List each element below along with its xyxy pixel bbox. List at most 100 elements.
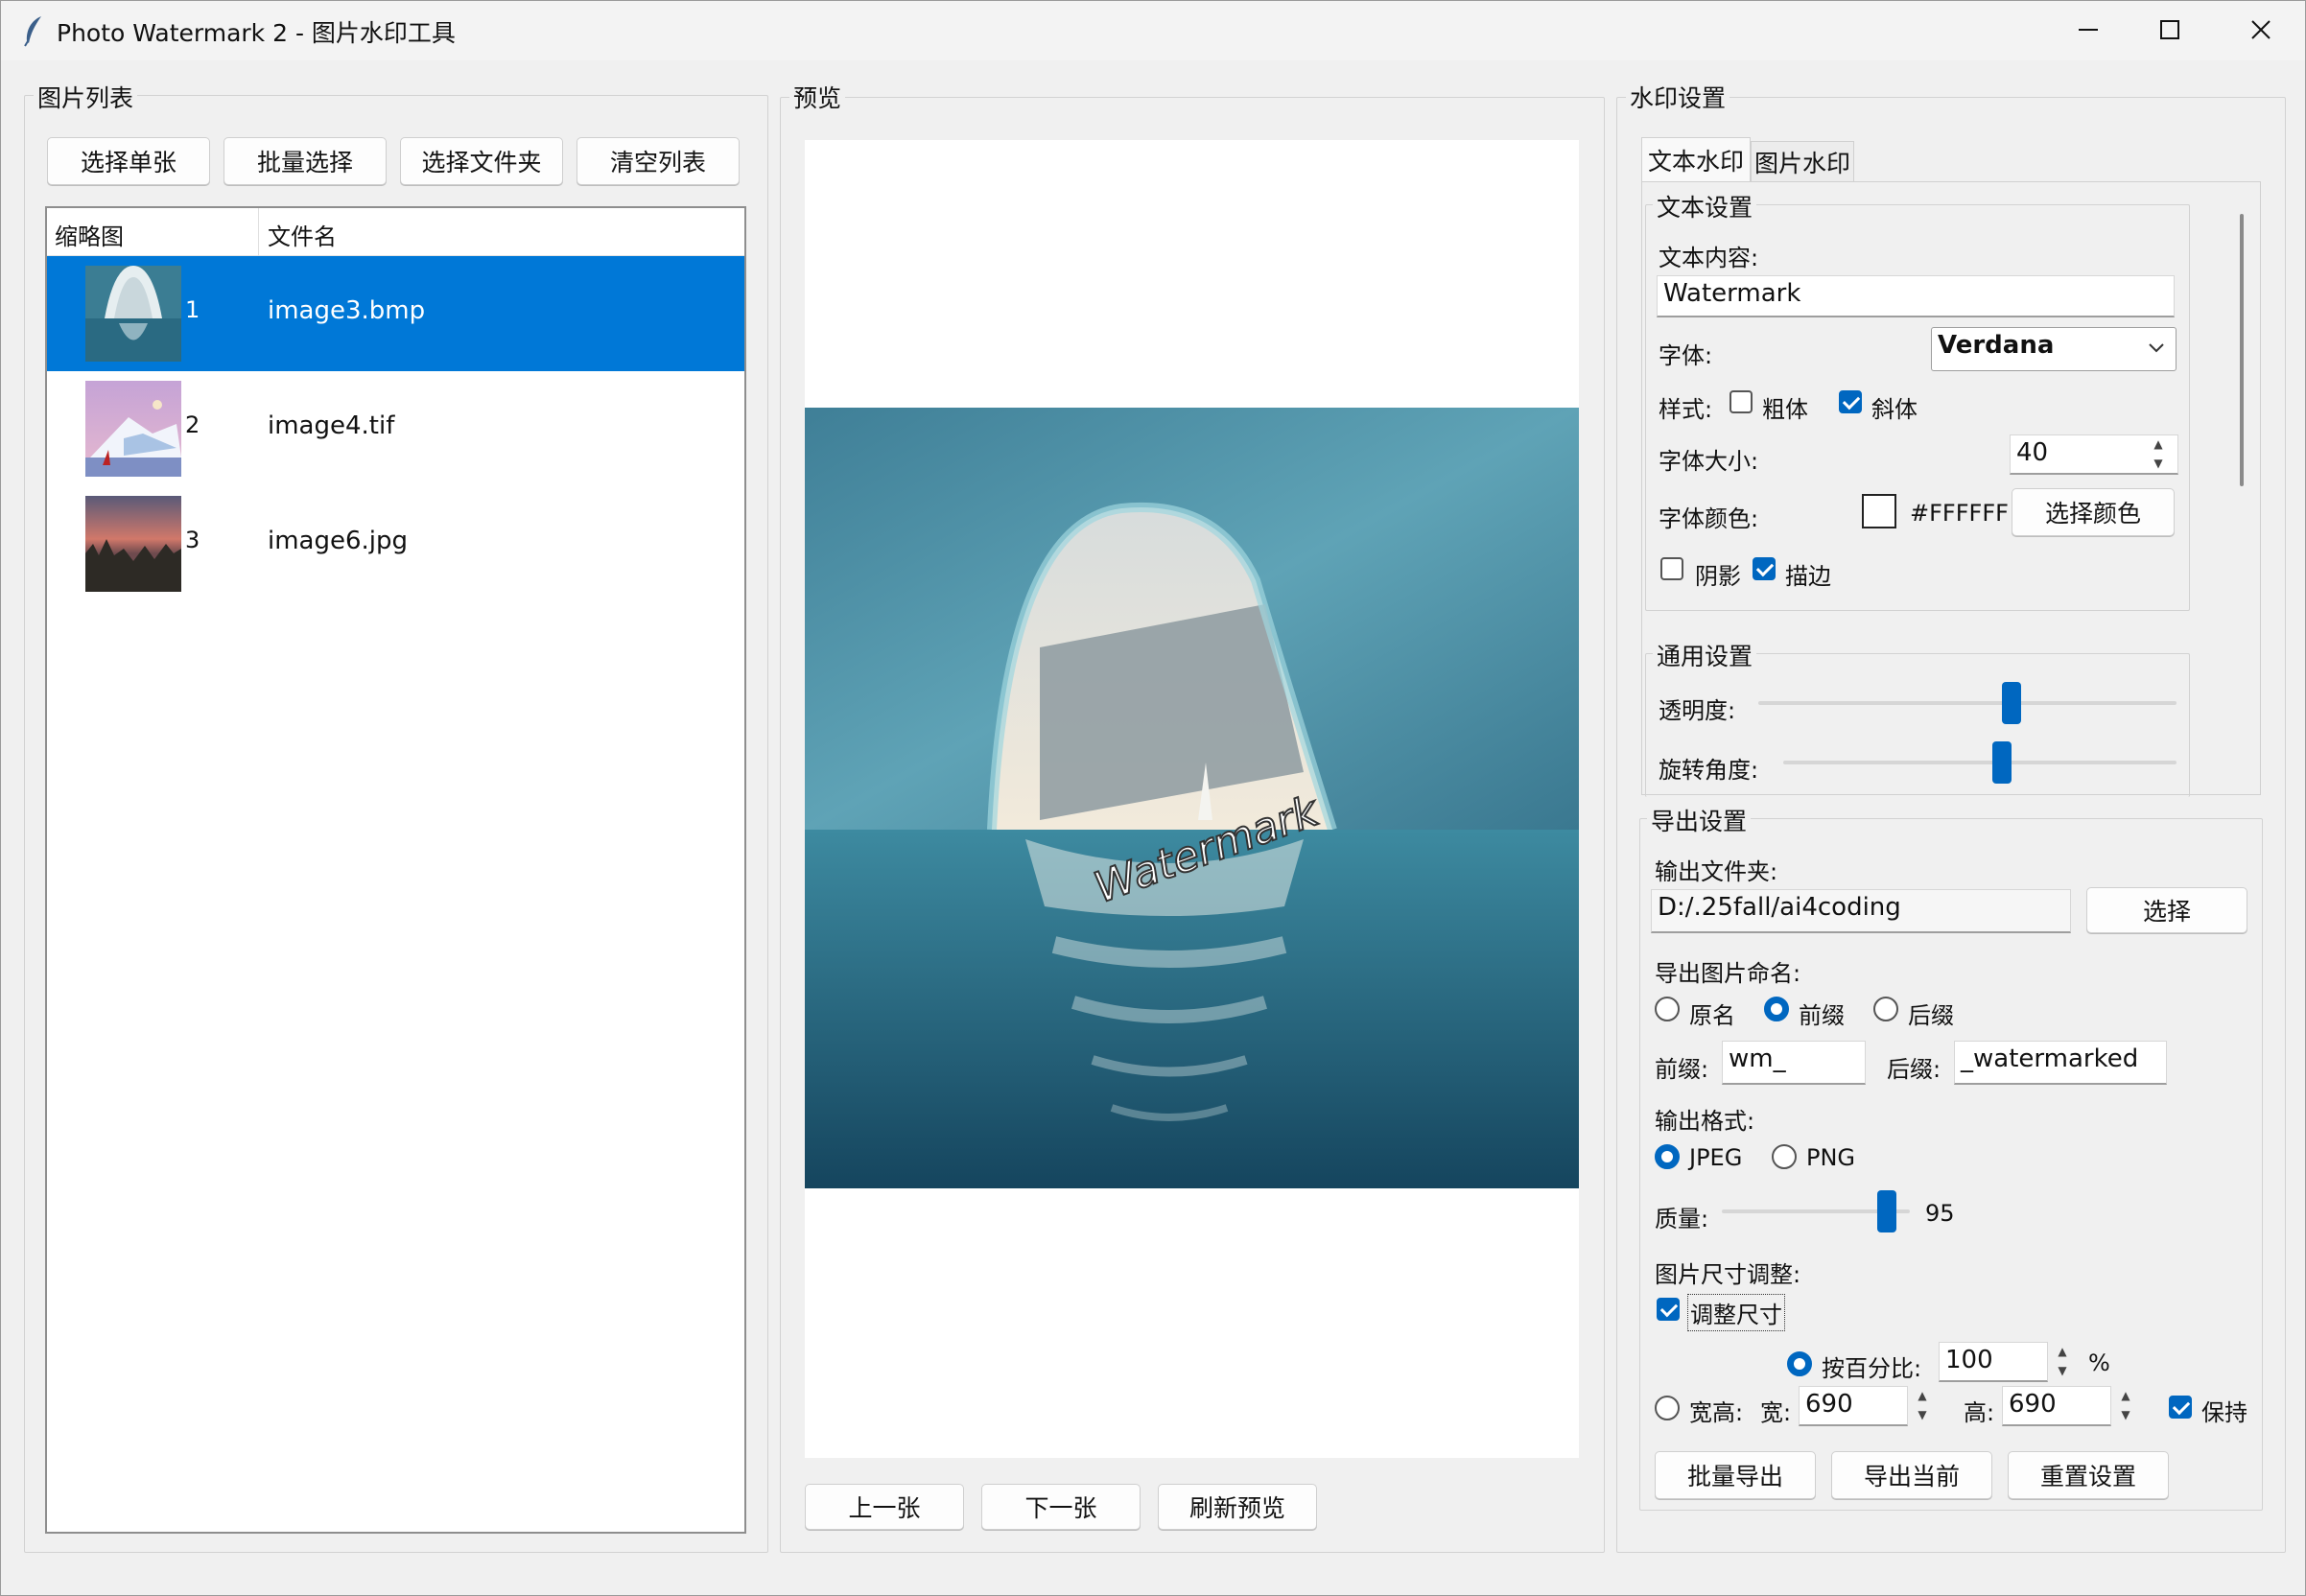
resize-section-label: 图片尺寸调整:	[1655, 1261, 1801, 1288]
resize-by-percent-radio[interactable]	[1787, 1351, 1812, 1376]
font-select[interactable]: Verdana	[1931, 327, 2177, 371]
refresh-preview-button[interactable]: 刷新预览	[1158, 1484, 1317, 1530]
spin-down-icon[interactable]: ▼	[1910, 1405, 1935, 1424]
list-item[interactable]: 1 image3.bmp	[47, 256, 744, 371]
settings-scrollbar[interactable]	[2240, 214, 2244, 486]
prefix-label: 前缀:	[1655, 1056, 1709, 1083]
spin-down-icon[interactable]: ▼	[2113, 1405, 2138, 1424]
prefix-input[interactable]: wm_	[1722, 1041, 1866, 1085]
quality-slider-thumb[interactable]	[1877, 1190, 1896, 1232]
naming-original-label: 原名	[1689, 1002, 1735, 1029]
rotation-slider-thumb[interactable]	[1992, 741, 2012, 784]
image-list-frame-label: 图片列表	[34, 80, 138, 114]
bold-label: 粗体	[1762, 396, 1808, 423]
opacity-slider-thumb[interactable]	[2002, 682, 2021, 724]
batch-select-button[interactable]: 批量选择	[224, 137, 387, 185]
font-size-value: 40	[2016, 438, 2049, 467]
column-header-filename[interactable]: 文件名	[268, 218, 337, 251]
percent-spinbox[interactable]: 100	[1939, 1342, 2048, 1382]
row-filename: image3.bmp	[268, 296, 426, 325]
resize-checkbox-label: 调整尺寸	[1687, 1294, 1785, 1331]
minimize-button[interactable]	[2044, 1, 2132, 59]
height-label: 高:	[1964, 1399, 1995, 1426]
naming-suffix-radio[interactable]	[1873, 997, 1898, 1021]
width-label: 宽:	[1760, 1399, 1792, 1426]
tab-text-watermark[interactable]: 文本水印	[1641, 137, 1751, 181]
naming-suffix-label: 后缀	[1908, 1002, 1954, 1029]
general-settings-frame-label: 通用设置	[1653, 638, 1757, 672]
outline-checkbox[interactable]	[1753, 557, 1776, 580]
naming-original-radio[interactable]	[1655, 997, 1680, 1021]
list-header: 缩略图 文件名	[47, 208, 744, 256]
suffix-label: 后缀:	[1887, 1056, 1941, 1083]
window-title: Photo Watermark 2 - 图片水印工具	[57, 19, 456, 47]
column-header-thumbnail[interactable]: 缩略图	[55, 218, 124, 251]
thumbnail-image	[85, 496, 181, 592]
thumbnail-image	[85, 266, 181, 362]
select-single-button[interactable]: 选择单张	[47, 137, 210, 185]
format-jpeg-radio[interactable]	[1655, 1144, 1680, 1169]
color-swatch	[1862, 494, 1896, 528]
spin-up-icon[interactable]: ▲	[2050, 1342, 2075, 1361]
spin-down-icon[interactable]: ▼	[2050, 1361, 2075, 1380]
italic-checkbox[interactable]	[1839, 390, 1862, 413]
keep-ratio-checkbox[interactable]	[2169, 1396, 2192, 1419]
next-image-button[interactable]: 下一张	[981, 1484, 1141, 1530]
spin-up-icon[interactable]: ▲	[1910, 1386, 1935, 1405]
height-spinbox[interactable]: 690	[2002, 1386, 2111, 1426]
image-list[interactable]: 缩略图 文件名 1 image3.bmp 2 image4.tif 3 imag…	[45, 206, 746, 1534]
format-png-radio[interactable]	[1772, 1144, 1797, 1169]
percent-unit: %	[2088, 1350, 2110, 1376]
clear-list-button[interactable]: 清空列表	[576, 137, 740, 185]
by-size-label: 宽高:	[1689, 1399, 1744, 1426]
text-settings-frame-label: 文本设置	[1653, 189, 1757, 223]
resize-by-size-radio[interactable]	[1655, 1396, 1680, 1420]
choose-folder-button[interactable]: 选择	[2086, 887, 2247, 933]
spin-up-icon[interactable]: ▲	[2113, 1386, 2138, 1405]
format-png-label: PNG	[1806, 1144, 1856, 1171]
select-folder-button[interactable]: 选择文件夹	[400, 137, 563, 185]
quality-label: 质量:	[1655, 1206, 1709, 1232]
spin-down-icon[interactable]: ▼	[2146, 454, 2171, 473]
preview-image: Watermark	[805, 408, 1579, 1188]
font-select-value: Verdana	[1938, 331, 2055, 360]
maximize-icon	[2160, 20, 2179, 39]
rotation-slider-track[interactable]	[1783, 761, 2177, 764]
font-color-value: #FFFFFF	[1910, 500, 2009, 527]
maximize-button[interactable]	[2126, 1, 2214, 59]
choose-color-button[interactable]: 选择颜色	[2012, 488, 2175, 536]
format-jpeg-label: JPEG	[1689, 1144, 1743, 1171]
row-index: 1	[185, 296, 200, 323]
resize-checkbox[interactable]	[1657, 1298, 1680, 1321]
output-folder-label: 输出文件夹:	[1655, 858, 1778, 885]
close-icon	[2251, 20, 2271, 39]
font-color-label: 字体颜色:	[1659, 505, 1759, 532]
naming-prefix-label: 前缀	[1799, 1002, 1845, 1029]
quality-value: 95	[1925, 1200, 1955, 1227]
column-separator[interactable]	[258, 208, 259, 256]
text-content-input[interactable]: Watermark	[1657, 275, 2175, 317]
suffix-input[interactable]: _watermarked	[1954, 1041, 2167, 1085]
format-label: 输出格式:	[1655, 1108, 1755, 1135]
spin-up-icon[interactable]: ▲	[2146, 434, 2171, 454]
italic-label: 斜体	[1871, 396, 1918, 423]
list-item[interactable]: 3 image6.jpg	[47, 486, 744, 601]
prev-image-button[interactable]: 上一张	[805, 1484, 964, 1530]
shadow-checkbox[interactable]	[1660, 557, 1683, 580]
row-filename: image6.jpg	[268, 527, 409, 555]
reset-settings-button[interactable]: 重置设置	[2008, 1451, 2169, 1499]
export-current-button[interactable]: 导出当前	[1831, 1451, 1992, 1499]
tab-image-watermark[interactable]: 图片水印	[1751, 141, 1854, 181]
bold-checkbox[interactable]	[1730, 390, 1753, 413]
rotation-label: 旋转角度:	[1659, 757, 1759, 784]
font-label: 字体:	[1659, 342, 1713, 369]
close-button[interactable]	[2217, 1, 2305, 59]
naming-prefix-radio[interactable]	[1764, 997, 1789, 1021]
row-index: 3	[185, 527, 200, 553]
opacity-slider-track[interactable]	[1758, 701, 2177, 705]
output-folder-input[interactable]: D:/.25fall/ai4coding	[1651, 889, 2071, 933]
batch-export-button[interactable]: 批量导出	[1655, 1451, 1816, 1499]
list-item[interactable]: 2 image4.tif	[47, 371, 744, 486]
width-spinbox[interactable]: 690	[1799, 1386, 1908, 1426]
app-window: Photo Watermark 2 - 图片水印工具 图片列表 选择单张 批量选…	[0, 0, 2306, 1596]
